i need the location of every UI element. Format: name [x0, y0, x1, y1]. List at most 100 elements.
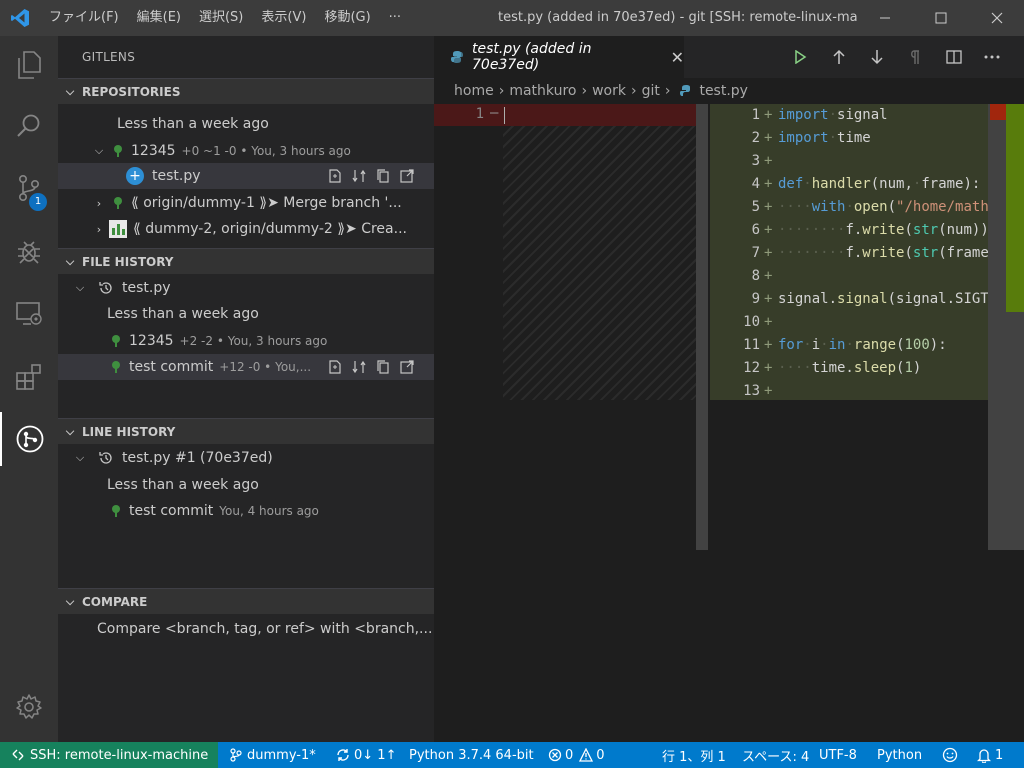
- code-line: 13 +: [743, 383, 773, 399]
- debug-icon[interactable]: [0, 224, 58, 278]
- commit-description: +2 -2 • You, 3 hours ago: [179, 334, 328, 348]
- list-item[interactable]: Less than a week ago: [58, 301, 434, 327]
- menu-edit[interactable]: 編集(E): [128, 0, 190, 36]
- sync-indicator[interactable]: 0↓ 1↑: [336, 742, 396, 768]
- original-pane[interactable]: 1 —: [434, 104, 710, 742]
- copy-icon[interactable]: [374, 167, 392, 185]
- chevron-right-icon: ›: [581, 83, 588, 99]
- copy-icon[interactable]: [374, 358, 392, 376]
- search-icon[interactable]: [0, 99, 58, 153]
- deleted-overview-marker: [990, 104, 1006, 120]
- diff-filler-hatch: [503, 126, 696, 400]
- error-icon: [548, 748, 562, 762]
- close-window-button[interactable]: [974, 0, 1020, 36]
- commit-item[interactable]: test commit +12 -0 • You,...: [58, 354, 434, 380]
- code-line: 4 + def·handler(num,·frame):: [751, 176, 981, 192]
- commit-item[interactable]: ⌵ 12345 +0 ~1 -0 • You, 3 hours ago: [58, 138, 434, 164]
- close-tab-icon[interactable]: ✕: [671, 48, 684, 67]
- chevron-right-icon: ›: [664, 83, 671, 99]
- extensions-icon[interactable]: [0, 350, 58, 404]
- maximize-button[interactable]: [918, 0, 964, 36]
- encoding-indicator[interactable]: UTF-8: [819, 742, 857, 768]
- code-line: 3 +: [751, 153, 773, 169]
- breadcrumb-item[interactable]: mathkuro: [509, 83, 576, 99]
- language-indicator[interactable]: Python: [877, 742, 922, 768]
- open-file-icon[interactable]: [398, 167, 416, 185]
- deleted-marker: —: [490, 105, 499, 121]
- breadcrumb-item[interactable]: git: [642, 83, 660, 99]
- overview-ruler[interactable]: [988, 104, 1024, 742]
- text-cursor: [504, 107, 505, 124]
- source-control-icon[interactable]: 1: [0, 161, 58, 215]
- modified-pane[interactable]: 1 + import·signal 2 + import·time 3 + 4 + def·h…: [710, 104, 988, 742]
- gitlens-icon[interactable]: [0, 412, 58, 466]
- branch-item[interactable]: › ⟪ dummy-2, origin/dummy-2 ⟫➤ Crea...: [58, 216, 434, 242]
- cursor-position[interactable]: 行 1、列 1: [662, 742, 726, 768]
- breadcrumb-item[interactable]: home: [454, 83, 494, 99]
- file-item[interactable]: + test.py: [58, 163, 434, 189]
- section-title: COMPARE: [82, 594, 148, 609]
- branch-indicator[interactable]: dummy-1*: [230, 742, 316, 768]
- compare-icon[interactable]: [350, 167, 368, 185]
- next-change-icon[interactable]: [858, 36, 896, 78]
- branch-item[interactable]: › ⟪ origin/dummy-1 ⟫➤ Merge branch '...: [58, 190, 434, 216]
- menu-view[interactable]: 表示(V): [252, 0, 315, 36]
- tab-label: test.py (added in 70e37ed): [472, 41, 592, 73]
- compare-text: Compare <branch, tag, or ref> with <bran…: [97, 621, 433, 637]
- sync-icon: [336, 748, 350, 762]
- diff-editor[interactable]: 1 — 1 + import·signal 2 + import·time 3 + 4 + d…: [434, 104, 1024, 742]
- commit-item[interactable]: test commit You, 4 hours ago: [58, 498, 434, 524]
- breadcrumb-item[interactable]: work: [592, 83, 626, 99]
- open-file-icon[interactable]: [398, 358, 416, 376]
- menu-more[interactable]: ···: [380, 0, 410, 36]
- list-item[interactable]: Less than a week ago: [58, 472, 434, 498]
- code-line: 6 + ········f.write(str(num)): [751, 222, 988, 238]
- scrollbar[interactable]: [696, 104, 708, 550]
- menu-file[interactable]: ファイル(F): [40, 0, 128, 36]
- history-icon: [98, 450, 114, 466]
- file-history-root[interactable]: ⌵ test.py: [58, 275, 434, 301]
- editor-tab[interactable]: test.py (added in 70e37ed) ✕: [434, 36, 684, 78]
- compare-icon[interactable]: [350, 358, 368, 376]
- python-label: Python 3.7.4 64-bit: [409, 747, 534, 763]
- section-title: REPOSITORIES: [82, 84, 181, 99]
- menu-selection[interactable]: 選択(S): [190, 0, 252, 36]
- more-actions-icon[interactable]: [973, 36, 1011, 78]
- line-history-section-header[interactable]: ⌵ LINE HISTORY: [58, 418, 434, 444]
- compare-section-header[interactable]: ⌵ COMPARE: [58, 588, 434, 614]
- code-line: 12 + ····time.sleep(1): [743, 360, 922, 376]
- breadcrumb-item[interactable]: test.py: [699, 83, 748, 99]
- repositories-section-header[interactable]: ⌵ REPOSITORIES: [58, 78, 434, 104]
- python-interpreter[interactable]: Python 3.7.4 64-bit: [409, 742, 534, 768]
- explorer-icon[interactable]: [0, 38, 58, 92]
- open-changes-icon[interactable]: [326, 167, 344, 185]
- run-icon[interactable]: [781, 36, 819, 78]
- branch-label: ⟪ origin/dummy-1 ⟫➤ Merge branch '...: [131, 195, 402, 211]
- remote-indicator[interactable]: SSH: remote-linux-machine: [0, 742, 218, 768]
- code-line: 10 +: [743, 314, 773, 330]
- file-label: test.py #1 (70e37ed): [122, 450, 273, 466]
- line-history-root[interactable]: ⌵ test.py #1 (70e37ed): [58, 445, 434, 471]
- commit-label: test commit: [129, 503, 214, 519]
- indentation-indicator[interactable]: スペース: 4: [742, 742, 809, 768]
- previous-change-icon[interactable]: [820, 36, 858, 78]
- split-editor-icon[interactable]: [935, 36, 973, 78]
- git-branch-icon: [230, 748, 242, 762]
- feedback-smiley-icon[interactable]: [942, 742, 958, 768]
- commit-icon: [113, 197, 123, 209]
- notifications-indicator[interactable]: 1: [977, 742, 1003, 768]
- minimize-button[interactable]: [862, 0, 908, 36]
- commit-description: +12 -0 • You,...: [219, 360, 312, 374]
- list-item[interactable]: Less than a week ago: [58, 111, 434, 137]
- remote-explorer-icon[interactable]: [0, 287, 58, 341]
- menu-go[interactable]: 移動(G): [315, 0, 379, 36]
- settings-gear-icon[interactable]: [0, 680, 58, 734]
- toggle-whitespace-icon[interactable]: [896, 36, 934, 78]
- problems-indicator[interactable]: 0 0: [548, 742, 605, 768]
- branch-label: dummy-1*: [247, 747, 316, 763]
- history-icon: [98, 280, 114, 296]
- file-history-section-header[interactable]: ⌵ FILE HISTORY: [58, 248, 434, 274]
- open-changes-icon[interactable]: [326, 358, 344, 376]
- commit-item[interactable]: 12345 +2 -2 • You, 3 hours ago: [58, 328, 434, 354]
- compare-prompt[interactable]: Compare <branch, tag, or ref> with <bran…: [58, 616, 434, 642]
